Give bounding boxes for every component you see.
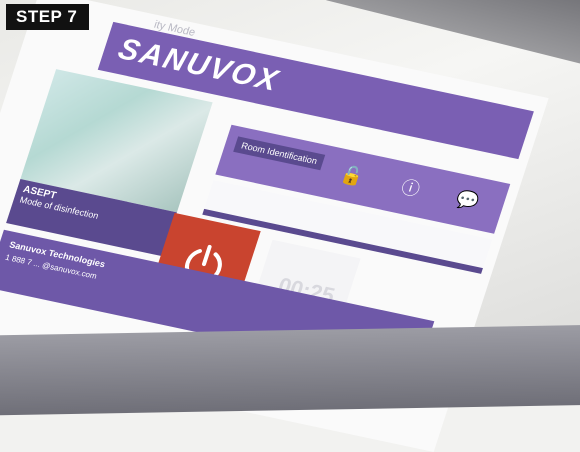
info-icon[interactable]: ⓘ — [396, 176, 424, 202]
device-frame-bottom — [0, 324, 580, 416]
chat-icon[interactable]: 💬 — [453, 188, 481, 214]
step-badge: STEP 7 — [6, 4, 90, 30]
lock-icon[interactable]: 🔓 — [338, 163, 366, 189]
